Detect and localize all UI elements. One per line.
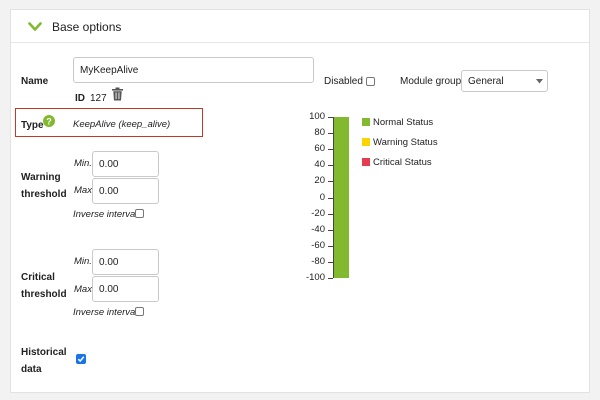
id-value: 127 — [90, 93, 107, 104]
critical-threshold-label-line1: Critical — [21, 272, 55, 283]
warning-threshold-label-line1: Warning — [21, 172, 61, 183]
help-icon[interactable]: ? — [43, 115, 55, 127]
chart-tick-label: -20 — [311, 207, 325, 219]
warning-max-input[interactable] — [92, 178, 159, 204]
historical-data-label-line2: data — [21, 364, 42, 375]
module-group-label: Module group — [400, 76, 462, 87]
warning-min-label: Min. — [74, 158, 92, 169]
chart-tick-label: 20 — [314, 175, 325, 187]
warning-threshold-label-line2: threshold — [21, 189, 67, 200]
dropdown-arrow-icon — [536, 79, 543, 84]
normal-status-bar — [334, 117, 349, 278]
chart-tick-label: 80 — [314, 127, 325, 139]
section-title: Base options — [52, 20, 122, 34]
chart-tick-label: 60 — [314, 143, 325, 155]
checkmark-icon — [77, 356, 85, 363]
legend-swatch — [362, 118, 370, 126]
chart-tick-label: -60 — [311, 239, 325, 251]
historical-data-checkbox[interactable] — [76, 354, 86, 364]
disabled-label: Disabled — [324, 76, 363, 87]
critical-inverse-label: Inverse interval — [73, 307, 138, 318]
historical-data-label-line1: Historical — [21, 347, 67, 358]
chart-tick-label: -100 — [305, 272, 325, 283]
legend-label: Normal Status — [373, 117, 434, 128]
chart-tick-mark — [328, 278, 333, 279]
name-input[interactable] — [73, 57, 314, 83]
warning-inverse-label: Inverse interval — [73, 209, 138, 220]
critical-max-input[interactable] — [92, 276, 159, 302]
trash-icon[interactable] — [111, 87, 124, 101]
chart-tick-label: -80 — [311, 255, 325, 267]
chevron-down-icon[interactable] — [28, 22, 42, 32]
type-value: KeepAlive (keep_alive) — [73, 119, 171, 130]
critical-min-label: Min. — [74, 256, 92, 267]
legend-swatch — [362, 158, 370, 166]
legend-label: Critical Status — [373, 157, 432, 168]
chart-tick-label: 100 — [309, 111, 325, 122]
warning-min-input[interactable] — [92, 151, 159, 177]
critical-inverse-checkbox[interactable] — [135, 307, 144, 316]
module-group-select[interactable]: General — [461, 70, 548, 92]
disabled-checkbox[interactable] — [366, 77, 375, 86]
module-group-value: General — [468, 76, 504, 87]
legend-swatch — [362, 138, 370, 146]
name-label: Name — [21, 76, 49, 87]
section-header[interactable]: Base options — [11, 10, 589, 43]
svg-text:?: ? — [46, 116, 52, 126]
legend-label: Warning Status — [373, 137, 438, 148]
critical-threshold-label-line2: threshold — [21, 289, 67, 300]
chart-tick-label: 0 — [319, 191, 325, 203]
type-label: Type — [21, 120, 44, 131]
chart-tick-label: 40 — [314, 159, 325, 171]
warning-inverse-checkbox[interactable] — [135, 209, 144, 218]
chart-tick-label: -40 — [311, 223, 325, 235]
critical-min-input[interactable] — [92, 249, 159, 275]
id-label: ID — [75, 93, 85, 104]
